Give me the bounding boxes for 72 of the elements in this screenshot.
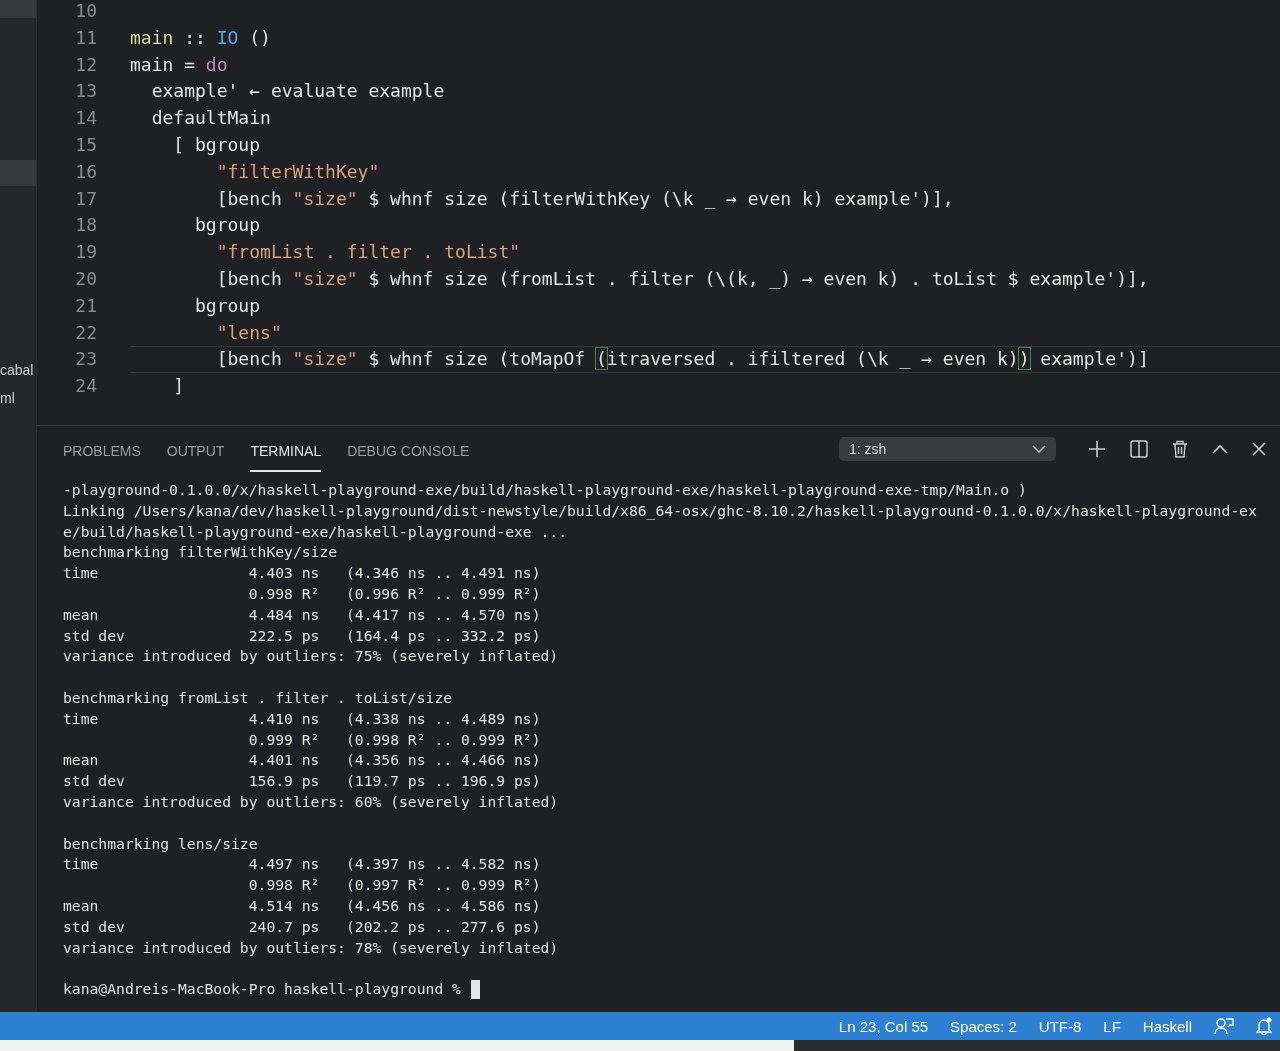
terminal-line: time 4.403 ns (4.346 ns .. 4.491 ns) [63,563,542,584]
trash-icon[interactable] [1172,440,1188,458]
line-number: 22 [74,320,98,345]
terminal-line: e/build/haskell-playground-exe/haskell-playground-exe ... [63,521,569,542]
terminal-line: time 4.497 ns (4.397 ns .. 4.582 ns) [63,854,542,875]
status-item[interactable]: UTF-8 [1038,1017,1082,1035]
terminal-line: std dev 240.7 ps (202.2 ps .. 277.6 ps) [63,916,542,937]
terminal-prompt: kana@Andreis-MacBook-Pro haskell-playground % [63,979,461,1000]
terminal-line: mean 4.484 ns (4.417 ns .. 4.570 ns) [63,604,542,625]
line-number: 11 [74,25,98,50]
terminal-dropdown[interactable]: 1: zsh [839,437,1056,461]
panel-tab[interactable]: PROBLEMS [63,432,141,472]
terminal-line: 0.998 R² (0.997 R² .. 0.999 R²) [247,875,542,896]
line-number: 24 [74,374,98,399]
text-cursor [470,980,480,999]
code-line: "fromList . filter . toList" [215,240,522,265]
line-number: 16 [74,159,98,184]
code-line: "lens" [215,320,283,345]
status-item[interactable]: Haskell [1142,1017,1192,1035]
terminal-line: variance introduced by outliers: 75% (severely inflated) [63,646,560,667]
code-line: [bench "size" $ whnf size (toMapOf (itraversed . ifiltered (\k _ → even k)) example')] [130,346,1280,374]
terminal-line: mean 4.514 ns (4.456 ns .. 4.586 ns) [63,895,542,916]
code-line: main :: IO () [130,25,272,50]
line-number: 18 [74,213,98,238]
terminal-line: variance introduced by outliers: 78% (severely inflated) [63,937,560,958]
code-line: "filterWithKey" [215,159,381,184]
terminal-line: std dev 222.5 ps (164.4 ps .. 332.2 ps) [63,625,542,646]
close-icon[interactable] [1252,442,1266,456]
panel-tab[interactable]: TERMINAL [250,432,322,472]
line-number: 12 [74,52,98,77]
status-item[interactable]: LF [1103,1017,1121,1035]
line-number: 13 [74,79,98,104]
feedback-icon[interactable] [1214,1017,1234,1035]
line-number: 21 [74,293,98,318]
terminal-line: benchmarking lens/size [63,833,259,854]
code-line: [bench "size" $ whnf size (filterWithKey (\k _ → even k) example')], [215,186,955,211]
code-line: ] [172,374,186,399]
code-line: defaultMain [150,106,272,131]
panel-tab[interactable]: OUTPUT [166,432,225,472]
sidebar-item[interactable]: ml [0,385,36,411]
status-item[interactable]: Spaces: 2 [950,1017,1017,1035]
code-line: bgroup [194,293,262,318]
terminal-line: mean 4.401 ns (4.356 ns .. 4.466 ns) [63,750,542,771]
code-line: bgroup [194,213,262,238]
line-number: 15 [74,133,98,157]
line-number: 10 [74,0,98,23]
terminal-line: 0.999 R² (0.998 R² .. 0.999 R²) [247,729,542,750]
plus-icon[interactable] [1088,440,1106,458]
code-line: example' ← evaluate example [150,79,446,104]
status-item[interactable]: Ln 23, Col 55 [838,1017,929,1035]
line-number: 14 [74,106,98,131]
chevron-down-icon [1032,445,1046,453]
line-number: 20 [74,266,98,291]
terminal-line: benchmarking fromList . filter . toList/size [63,687,454,708]
line-number: 19 [74,240,98,265]
sidebar-item[interactable]: cabal [0,357,36,383]
terminal-line: benchmarking filterWithKey/size [63,542,339,563]
terminal-line: std dev 156.9 ps (119.7 ps .. 196.9 ps) [63,771,542,792]
terminal-line: -playground-0.1.0.0/x/haskell-playground-exe/build/haskell-playground-exe/haskell-playground-exe-tmp/Main.o ) [63,480,1028,500]
terminal-line: Linking /Users/kana/dev/haskell-playground/dist-newstyle/build/x86_64-osx/ghc-8.10.2/haskell-playground-0.1.0.0/x/haskell-playground-ex [63,500,1258,522]
split-icon[interactable] [1130,440,1148,458]
chevron-up-icon[interactable] [1212,444,1228,454]
terminal-line: variance introduced by outliers: 60% (severely inflated) [63,791,560,812]
terminal-line: 0.998 R² (0.996 R² .. 0.999 R²) [247,584,542,604]
panel-tab[interactable]: DEBUG CONSOLE [347,432,470,472]
code-line: [ bgroup [172,133,262,157]
code-line: [bench "size" $ whnf size (fromList . filter (\(k, _) → even k) . toList $ example')], [215,266,1150,291]
terminal-line: time 4.410 ns (4.338 ns .. 4.489 ns) [63,708,542,729]
line-number: 17 [74,186,98,211]
bell-icon[interactable] [1256,1017,1272,1035]
line-number: 23 [74,347,98,372]
code-line: main = do [130,52,229,77]
